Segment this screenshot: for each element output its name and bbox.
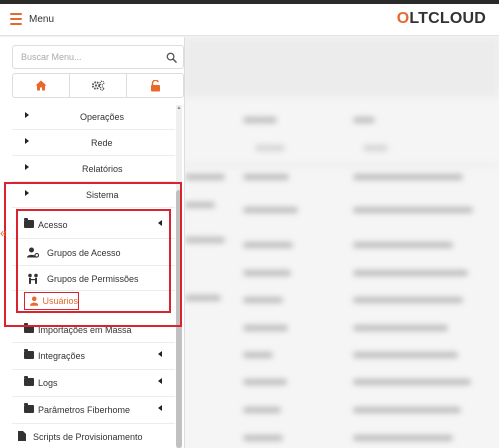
menu-item-importacoes-em-massa[interactable]: Importações em Massa <box>12 317 175 343</box>
sidebar-scrollbar[interactable] <box>176 105 182 448</box>
folder-icon <box>24 218 34 228</box>
sidebar: ▲ Operações Rede Relatórios Sistema Aces… <box>0 37 185 448</box>
menu-item-label: Importações em Massa <box>38 325 132 335</box>
menu-item-label: Integrações <box>38 351 86 361</box>
menu-item-label: Parâmetros Fiberhome <box>38 405 131 415</box>
folder-icon <box>24 323 34 333</box>
hamburger-menu-icon[interactable] <box>10 13 22 25</box>
home-button[interactable] <box>13 74 69 97</box>
folder-icon <box>24 376 34 386</box>
menu-item-grupos-de-acesso[interactable]: Grupos de Acesso <box>12 240 175 266</box>
users-icon <box>28 273 38 284</box>
caret-right-icon <box>25 164 29 170</box>
menu-item-label: Operações <box>80 112 125 122</box>
menu-item-grupos-de-permissoes[interactable]: Grupos de Permissões <box>12 266 175 291</box>
caret-right-icon <box>25 190 29 196</box>
caret-right-icon <box>25 112 29 118</box>
menu-item-logs[interactable]: Logs <box>12 370 175 397</box>
sidebar-icon-toolbar <box>12 73 184 98</box>
caret-left-icon <box>158 378 162 384</box>
menu-item-operacoes[interactable]: Operações <box>12 104 175 130</box>
menu-item-label: Sistema <box>86 190 119 200</box>
menu-item-label: Usuários <box>42 296 78 306</box>
menu-item-sistema[interactable]: Sistema <box>12 182 175 208</box>
settings-button[interactable] <box>69 74 126 97</box>
menu-item-relatorios[interactable]: Relatórios <box>12 156 175 182</box>
menu-item-label: Scripts de Provisionamento <box>33 432 143 442</box>
menu-item-acesso[interactable]: Acesso <box>12 212 175 239</box>
cogs-icon <box>91 80 105 91</box>
scrollbar-thumb[interactable] <box>176 190 182 448</box>
caret-left-icon <box>158 220 162 226</box>
caret-left-icon <box>158 405 162 411</box>
menu-item-label: Relatórios <box>82 164 123 174</box>
menu-label: Menu <box>29 14 55 25</box>
search-icon[interactable] <box>166 52 177 63</box>
menu-item-scripts-de-provisionamento[interactable]: Scripts de Provisionamento <box>12 425 175 448</box>
blurred-content-area <box>185 37 499 448</box>
menu-item-label: Rede <box>91 138 113 148</box>
oltcloud-logo[interactable]: OLTCLOUD <box>397 10 486 28</box>
menu-item-label: Grupos de Permissões <box>47 274 139 284</box>
menu-item-label: Grupos de Acesso <box>47 248 121 258</box>
caret-left-icon <box>158 351 162 357</box>
user-icon <box>30 296 39 306</box>
unlock-icon <box>150 79 160 91</box>
scroll-up-arrow[interactable]: ▲ <box>176 105 182 111</box>
folder-icon <box>24 349 34 359</box>
menu-item-parametros-fiberhome[interactable]: Parâmetros Fiberhome <box>12 397 175 424</box>
menu-item-integracoes[interactable]: Integrações <box>12 343 175 370</box>
menu-item-label: Logs <box>38 378 58 388</box>
logout-button[interactable] <box>126 74 183 97</box>
caret-right-icon <box>25 138 29 144</box>
menu-item-rede[interactable]: Rede <box>12 130 175 156</box>
folder-icon <box>24 403 34 413</box>
menu-item-usuarios[interactable]: Usuários <box>24 292 79 310</box>
home-icon <box>35 80 47 91</box>
search-box <box>12 45 184 69</box>
menu-item-label: Acesso <box>38 220 68 230</box>
file-icon <box>18 431 26 441</box>
user-cog-icon <box>27 247 39 258</box>
search-input[interactable] <box>21 50 161 64</box>
collapse-sidebar-icon[interactable]: « <box>0 227 7 239</box>
top-bar: Menu OLTCLOUD <box>0 4 499 36</box>
